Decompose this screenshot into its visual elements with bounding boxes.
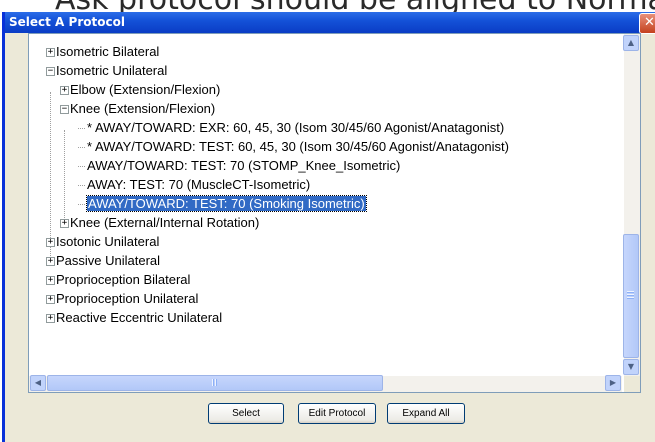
dialog-title: Select A Protocol <box>9 15 125 29</box>
grip-line <box>627 297 634 299</box>
scroll-up-button[interactable]: ▲ <box>623 35 639 51</box>
chevron-up-icon: ▲ <box>627 38 635 47</box>
tree-item-label: Knee (Extension/Flexion) <box>70 101 216 116</box>
tree-connector-line <box>78 147 85 148</box>
grip-line <box>215 379 217 386</box>
chevron-down-icon: ▼ <box>627 362 635 371</box>
chevron-right-icon: ▶ <box>609 378 617 387</box>
expand-icon[interactable]: + <box>46 257 55 266</box>
expand-icon[interactable]: + <box>60 86 69 95</box>
scroll-down-button[interactable]: ▼ <box>623 359 639 375</box>
tree-item[interactable]: Knee (External/Internal Rotation) <box>70 214 259 232</box>
protocol-tree-panel: + Isometric Bilateral − Isometric Unilatera… <box>28 33 641 393</box>
tree-item-label: AWAY/TOWARD: TEST: 70 (STOMP_Knee_Isomet… <box>87 158 401 173</box>
chevron-left-icon: ◀ <box>34 378 42 387</box>
horizontal-scrollbar[interactable]: ◀ ▶ <box>29 375 622 392</box>
tree-item[interactable]: Proprioception Bilateral <box>56 271 190 289</box>
tree-item-label: Passive Unilateral <box>56 253 161 268</box>
tree-item-label: * AWAY/TOWARD: TEST: 60, 45, 30 (Isom 30… <box>87 139 509 154</box>
expand-icon[interactable]: + <box>46 276 55 285</box>
tree-item-label: AWAY/TOWARD: TEST: 70 (Smoking Isometric… <box>86 195 367 212</box>
tree-item[interactable]: * AWAY/TOWARD: EXR: 60, 45, 30 (Isom 30/… <box>87 119 504 137</box>
select-button[interactable]: Select <box>208 403 284 424</box>
collapse-icon[interactable]: − <box>46 67 55 76</box>
tree-item-label: AWAY: TEST: 70 (MuscleCT-Isometric) <box>87 177 311 192</box>
tree-guide-line <box>64 130 65 218</box>
tree-item-label: Isometric Unilateral <box>56 63 168 78</box>
tree-item-label: * AWAY/TOWARD: EXR: 60, 45, 30 (Isom 30/… <box>87 120 505 135</box>
tree-item-label: Elbow (Extension/Flexion) <box>70 82 221 97</box>
grip-line <box>627 291 634 293</box>
tree-item[interactable]: AWAY: TEST: 70 (MuscleCT-Isometric) <box>87 176 310 194</box>
tree-connector-line <box>78 185 85 186</box>
scroll-left-button[interactable]: ◀ <box>30 375 46 391</box>
tree-item[interactable]: AWAY/TOWARD: TEST: 70 (STOMP_Knee_Isomet… <box>87 157 400 175</box>
expand-icon[interactable]: + <box>46 314 55 323</box>
tree-connector-line <box>78 166 85 167</box>
tree-item-label: Proprioception Unilateral <box>56 291 199 306</box>
tree-item[interactable]: Elbow (Extension/Flexion) <box>70 81 220 99</box>
tree-item[interactable]: Isotonic Unilateral <box>56 233 159 251</box>
expand-all-button[interactable]: Expand All <box>387 403 465 424</box>
tree-connector-line <box>78 128 85 129</box>
scroll-right-button[interactable]: ▶ <box>605 375 621 391</box>
close-button[interactable]: ✕ <box>639 13 655 34</box>
close-icon: ✕ <box>644 15 655 30</box>
tree-item[interactable]: Knee (Extension/Flexion) <box>70 100 215 118</box>
protocol-tree[interactable]: + Isometric Bilateral − Isometric Unilatera… <box>29 34 622 376</box>
tree-item[interactable]: Reactive Eccentric Unilateral <box>56 309 222 327</box>
scrollbar-corner <box>624 376 640 392</box>
tree-item[interactable]: Isometric Bilateral <box>56 43 159 61</box>
tree-item[interactable]: * AWAY/TOWARD: TEST: 60, 45, 30 (Isom 30… <box>87 138 509 156</box>
expand-icon[interactable]: + <box>46 48 55 57</box>
tree-item[interactable]: AWAY/TOWARD: TEST: 70 (Smoking Isometric… <box>86 195 367 213</box>
horizontal-scroll-thumb[interactable] <box>47 375 383 391</box>
tree-guide-line <box>50 92 51 258</box>
title-bar: Select A Protocol ✕ <box>5 12 655 34</box>
tree-item[interactable]: Proprioception Unilateral <box>56 290 198 308</box>
tree-connector-line <box>78 204 85 205</box>
tree-item-label: Isotonic Unilateral <box>56 234 160 249</box>
expand-icon[interactable]: + <box>60 219 69 228</box>
expand-icon[interactable]: + <box>46 238 55 247</box>
vertical-scroll-thumb[interactable] <box>623 234 639 358</box>
tree-item-label: Isometric Bilateral <box>56 44 160 59</box>
tree-item-label: Knee (External/Internal Rotation) <box>70 215 260 230</box>
tree-item-label: Reactive Eccentric Unilateral <box>56 310 223 325</box>
grip-line <box>212 379 214 386</box>
collapse-icon[interactable]: − <box>60 105 69 114</box>
tree-item[interactable]: Isometric Unilateral <box>56 62 167 80</box>
tree-item[interactable]: Passive Unilateral <box>56 252 160 270</box>
expand-icon[interactable]: + <box>46 295 55 304</box>
vertical-scrollbar[interactable]: ▲ ▼ <box>623 34 640 376</box>
grip-line <box>627 294 634 296</box>
tree-item-label: Proprioception Bilateral <box>56 272 191 287</box>
edit-protocol-button[interactable]: Edit Protocol <box>298 403 376 424</box>
